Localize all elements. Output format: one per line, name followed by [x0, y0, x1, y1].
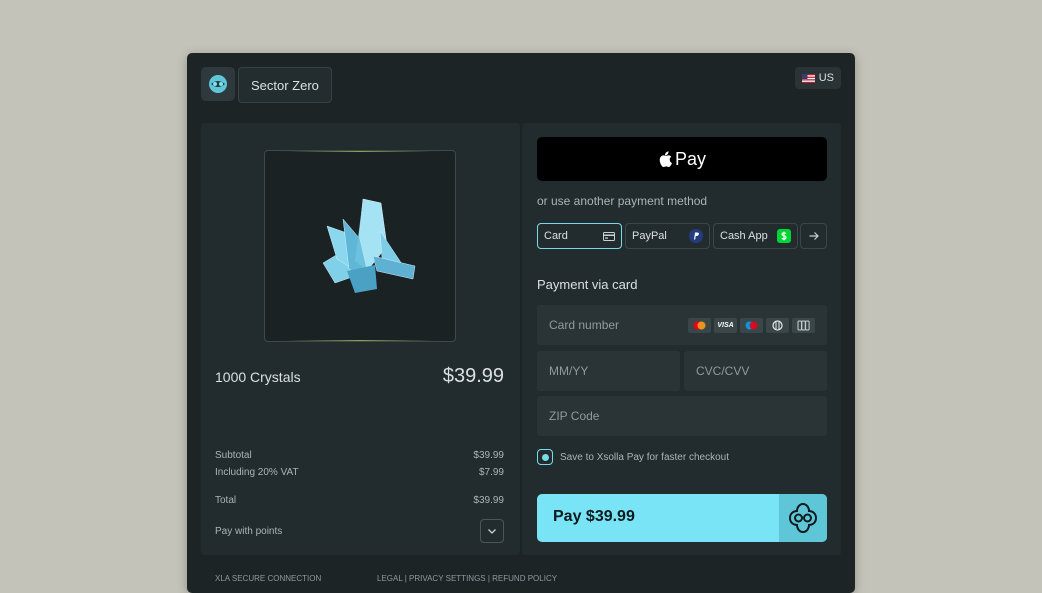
zip-placeholder: ZIP Code: [549, 409, 600, 423]
other-methods-label: or use another payment method: [537, 194, 708, 208]
game-logo-icon: [201, 67, 235, 101]
card-brand-icons: VISA: [688, 317, 815, 333]
cvc-placeholder: CVC/CVV: [696, 364, 750, 378]
method-cashapp-label: Cash App: [720, 230, 768, 242]
product-name: 1000 Crystals: [215, 369, 301, 385]
points-row: Pay with points: [215, 526, 504, 537]
more-methods-button[interactable]: [800, 223, 827, 249]
vat-label: Including 20% VAT: [215, 467, 299, 478]
subtotal-value: $39.99: [473, 450, 504, 461]
total-value: $39.99: [473, 495, 504, 506]
total-row: Total $39.99: [215, 495, 504, 506]
save-card-row: Save to Xsolla Pay for faster checkout: [537, 449, 729, 465]
chevron-down-icon: [488, 529, 496, 534]
brand-name: Sector Zero: [238, 67, 332, 103]
cvc-input[interactable]: CVC/CVV: [684, 351, 827, 391]
footer: XLA SECURE CONNECTION LEGAL | PRIVACY SE…: [201, 557, 841, 593]
checkout-window: Sector Zero US 1000 Crystals $39.99 Subt…: [187, 53, 855, 593]
cash-app-icon: [777, 229, 791, 243]
vat-row: Including 20% VAT $7.99: [215, 467, 504, 478]
vat-value: $7.99: [478, 467, 504, 478]
product-price: $39.99: [442, 365, 504, 387]
maestro-icon: [740, 317, 763, 333]
points-expand-button[interactable]: [480, 519, 504, 543]
pay-button[interactable]: Pay $39.99: [537, 494, 827, 542]
method-paypal-label: PayPal: [632, 230, 667, 242]
save-card-label: Save to Xsolla Pay for faster checkout: [560, 451, 729, 463]
product-image: [264, 150, 456, 342]
save-card-checkbox[interactable]: [537, 449, 553, 465]
visa-text: VISA: [717, 321, 734, 329]
points-label: Pay with points: [215, 526, 283, 537]
locale-label: US: [818, 72, 834, 84]
zip-input[interactable]: ZIP Code: [537, 396, 827, 436]
visa-icon: VISA: [714, 317, 737, 333]
method-cashapp[interactable]: Cash App: [713, 223, 798, 249]
expiry-placeholder: MM/YY: [549, 364, 589, 378]
mastercard-icon: [688, 317, 711, 333]
method-paypal[interactable]: PayPal: [625, 223, 710, 249]
locale-selector[interactable]: US: [794, 67, 841, 89]
card-section-title: Payment via card: [537, 277, 638, 292]
expiry-input[interactable]: MM/YY: [537, 351, 680, 391]
payment-panel: Pay or use another payment method Card P…: [522, 123, 841, 555]
arrow-right-icon: [809, 232, 819, 240]
crystal-icon: [322, 198, 416, 293]
footer-links[interactable]: LEGAL | PRIVACY SETTINGS | REFUND POLICY: [377, 574, 557, 583]
jcb-icon: [792, 317, 815, 333]
subtotal-label: Subtotal: [215, 450, 252, 461]
subtotal-row: Subtotal $39.99: [215, 450, 504, 461]
card-number-input[interactable]: Card number VISA: [537, 305, 827, 345]
card-number-placeholder: Card number: [549, 318, 620, 332]
apple-logo-icon: [659, 151, 672, 167]
secure-connection-label: XLA SECURE CONNECTION: [215, 574, 322, 583]
method-card[interactable]: Card: [537, 223, 622, 249]
diners-club-icon: [766, 317, 789, 333]
apple-pay-label: Pay: [674, 148, 707, 169]
pay-button-label: Pay $39.99: [553, 508, 635, 525]
xsolla-logo-icon: [779, 494, 827, 542]
us-flag-icon: [801, 73, 815, 83]
total-label: Total: [215, 495, 237, 506]
method-card-label: Card: [544, 230, 568, 242]
apple-pay-button[interactable]: Pay: [537, 137, 827, 181]
order-summary-panel: 1000 Crystals $39.99 Subtotal $39.99 Inc…: [201, 123, 520, 555]
credit-card-icon: [603, 231, 615, 241]
paypal-icon: [689, 229, 703, 243]
